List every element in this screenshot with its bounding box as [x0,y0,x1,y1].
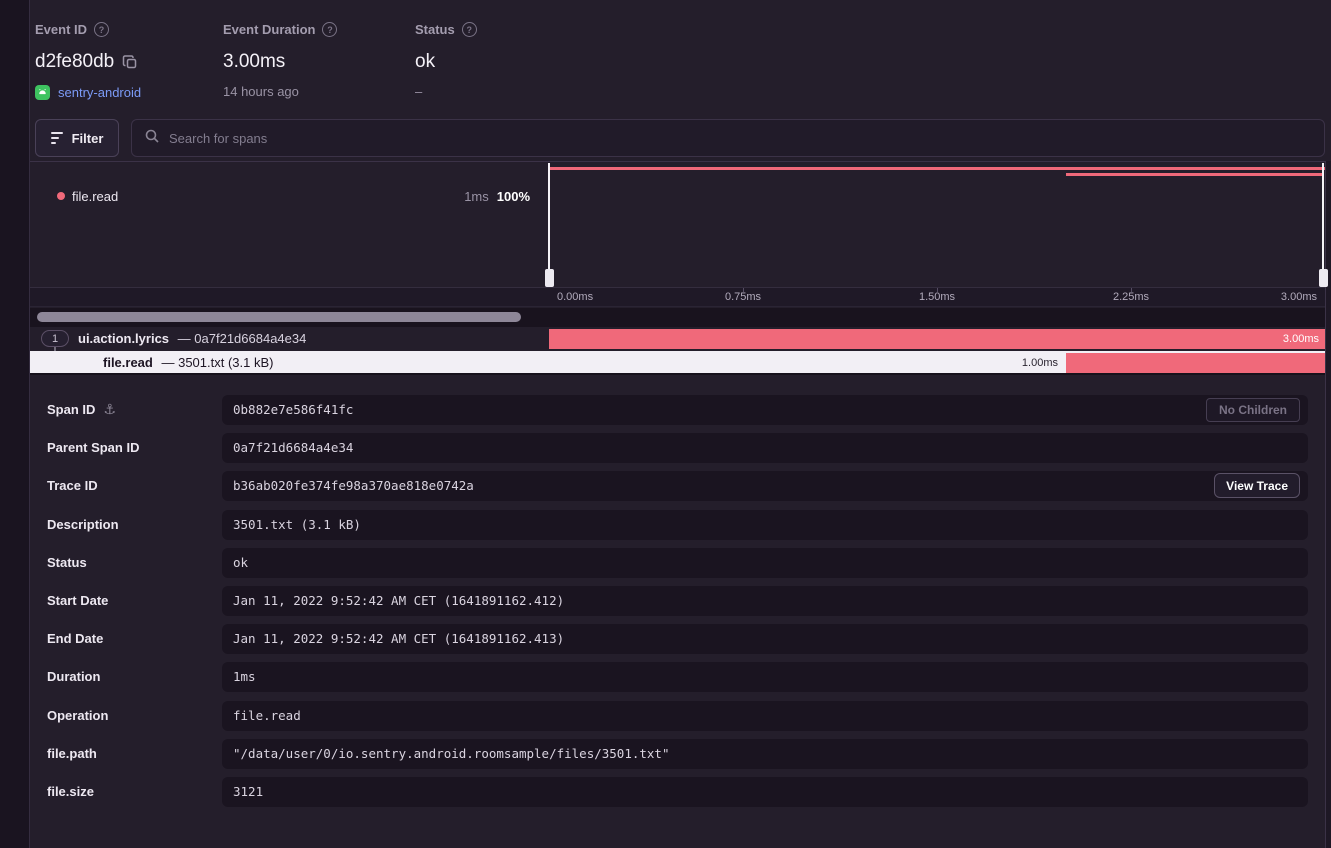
search-input[interactable] [169,131,1312,146]
span-operation: file.read [103,355,153,370]
operation-name: file.read [72,189,118,204]
span-duration-bar[interactable]: 3.00ms [549,329,1325,349]
page-left-gutter [0,0,30,848]
view-trace-button[interactable]: View Trace [1214,473,1300,498]
span-duration-label: 1.00ms [1022,353,1058,373]
operation-color-dot [57,192,65,200]
event-duration-label: Event Duration ? [223,22,337,37]
detail-row-file-path: file.path "/data/user/0/io.sentry.androi… [30,739,1325,769]
status-column: Status ? ok – [415,22,477,99]
detail-label: End Date [47,624,103,654]
help-icon[interactable]: ? [94,22,109,37]
event-id-value: d2fe80db [35,51,114,73]
status-label: Status ? [415,22,477,37]
event-duration-column: Event Duration ? 3.00ms 14 hours ago [223,22,337,99]
event-duration-value: 3.00ms [223,51,285,73]
detail-value: ok [233,548,248,578]
detail-value: Jan 11, 2022 9:52:42 AM CET (1641891162.… [233,586,564,616]
axis-tick-label: 0.00ms [557,291,593,303]
detail-row-parent-span-id: Parent Span ID 0a7f21d6684a4e34 [30,433,1325,463]
operation-row-file-read[interactable]: file.read 1ms 100% [57,188,530,204]
time-axis: 0.00ms 0.75ms 1.50ms 2.25ms 3.00ms [30,287,1325,307]
project-chip[interactable]: sentry-android [35,85,141,100]
detail-value: 3121 [233,777,263,807]
detail-row-file-size: file.size 3121 [30,777,1325,807]
detail-row-end-date: End Date Jan 11, 2022 9:52:42 AM CET (16… [30,624,1325,654]
android-icon [35,85,50,100]
no-children-badge[interactable]: No Children [1206,398,1300,422]
span-description: — 3501.txt (3.1 kB) [161,355,273,370]
spans-toolbar: Filter [35,119,1325,157]
status-value: ok [415,51,435,73]
detail-row-description: Description 3501.txt (3.1 kB) [30,510,1325,540]
viewport-handle-left[interactable] [548,163,550,287]
viewport-grip[interactable] [545,269,554,287]
detail-row-status: Status ok [30,548,1325,578]
detail-label: Duration [47,662,100,692]
operations-breakdown: file.read 1ms 100% [30,163,549,287]
minimap-span-bar [549,167,1325,170]
copy-icon[interactable] [122,54,139,71]
span-minimap[interactable] [549,163,1325,287]
span-search-bar[interactable] [131,119,1325,157]
operation-duration: 1ms [464,189,489,204]
detail-value: 1ms [233,662,256,692]
event-duration-label-text: Event Duration [223,22,315,37]
operation-percent: 100% [497,189,530,204]
detail-row-start-date: Start Date Jan 11, 2022 9:52:42 AM CET (… [30,586,1325,616]
detail-row-duration: Duration 1ms [30,662,1325,692]
viewport-grip[interactable] [1319,269,1328,287]
event-id-label: Event ID ? [35,22,141,37]
axis-tick-label: 2.25ms [1113,291,1149,303]
axis-tick-label: 3.00ms [1281,291,1317,303]
detail-value: b36ab020fe374fe98a370ae818e0742a [233,471,474,501]
filter-button-label: Filter [72,131,104,146]
detail-value: 0b882e7e586f41fc [233,395,353,425]
detail-value: 0a7f21d6684a4e34 [233,433,353,463]
status-label-text: Status [415,22,455,37]
status-sub: – [415,84,477,99]
help-icon[interactable]: ? [462,22,477,37]
minimap-span-bar [1066,173,1323,176]
detail-label: file.path [47,739,97,769]
detail-row-span-id: Span ID ⚓ 0b882e7e586f41fc No Children [30,395,1325,425]
help-icon[interactable]: ? [322,22,337,37]
span-operation: ui.action.lyrics [78,331,169,346]
children-count-badge[interactable]: 1 [41,330,69,347]
detail-label: Description [47,510,119,540]
axis-tick-label: 1.50ms [919,291,955,303]
event-duration-ago: 14 hours ago [223,84,337,99]
detail-label: Span ID [47,395,95,425]
event-id-label-text: Event ID [35,22,87,37]
detail-label: Operation [47,701,108,731]
axis-tick-label: 0.75ms [725,291,761,303]
detail-value: file.read [233,701,301,731]
detail-label: Status [47,548,87,578]
detail-label: Start Date [47,586,108,616]
detail-value: "/data/user/0/io.sentry.android.roomsamp… [233,739,670,769]
detail-label: Trace ID [47,471,98,501]
anchor-link-icon[interactable]: ⚓ [103,395,116,425]
search-icon [144,128,160,149]
filter-button[interactable]: Filter [35,119,119,157]
detail-value: 3501.txt (3.1 kB) [233,510,361,540]
viewport-handle-right[interactable] [1322,163,1324,287]
detail-label: Parent Span ID [47,433,139,463]
event-id-column: Event ID ? d2fe80db sentry-android [35,22,141,100]
trace-view-panel: file.read 1ms 100% 0.00ms 0.75ms 1.50ms … [30,161,1326,848]
span-duration-bar[interactable] [1066,353,1325,373]
detail-value: Jan 11, 2022 9:52:42 AM CET (1641891162.… [233,624,564,654]
detail-label: file.size [47,777,94,807]
detail-row-trace-id: Trace ID b36ab020fe374fe98a370ae818e0742… [30,471,1325,501]
horizontal-scrollbar[interactable] [37,312,521,322]
tree-scroll-track [30,308,1325,327]
span-description: — 0a7f21d6684a4e34 [178,331,307,346]
detail-row-operation: Operation file.read [30,701,1325,731]
filter-icon [51,132,63,144]
project-link[interactable]: sentry-android [58,85,141,100]
page-right-gutter [1326,161,1331,848]
